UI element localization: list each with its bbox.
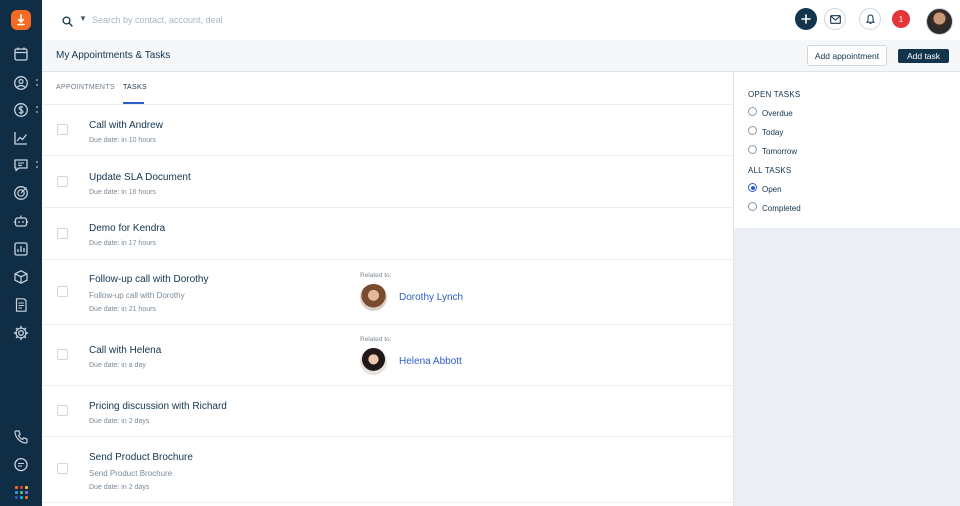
contact-avatar[interactable] xyxy=(360,348,387,375)
settings-gear-icon[interactable] xyxy=(13,325,29,341)
chat-more-icon[interactable] xyxy=(36,161,38,169)
task-title[interactable]: Call with Helena xyxy=(89,345,161,356)
phone-icon[interactable] xyxy=(13,429,29,445)
add-task-button[interactable]: Add task xyxy=(898,49,949,63)
calendar-icon[interactable] xyxy=(13,46,29,62)
task-filter-panel: OPEN TASKS Overdue Today Tomorrow ALL TA… xyxy=(733,72,960,506)
tab-tasks[interactable]: TASKS xyxy=(123,84,147,91)
dollar-icon[interactable] xyxy=(13,102,29,118)
task-checkbox[interactable] xyxy=(57,405,68,416)
task-row[interactable]: Call with Andrew Due date: in 10 hours xyxy=(42,105,732,156)
task-checkbox[interactable] xyxy=(57,286,68,297)
task-checkbox[interactable] xyxy=(57,228,68,239)
analytics-icon[interactable] xyxy=(13,241,29,257)
bell-button[interactable] xyxy=(859,8,881,30)
filter-overdue-label[interactable]: Overdue xyxy=(762,109,793,118)
page-title: My Appointments & Tasks xyxy=(56,50,171,61)
task-row[interactable]: Pricing discussion with Richard Due date… xyxy=(42,386,732,437)
task-row[interactable]: Send Product Brochure Send Product Broch… xyxy=(42,437,732,503)
filter-completed-radio[interactable] xyxy=(748,202,757,211)
task-due-date: Due date: in 17 hours xyxy=(89,240,156,247)
sidebar xyxy=(0,0,42,506)
filter-today-label[interactable]: Today xyxy=(762,128,783,137)
documents-icon[interactable] xyxy=(13,297,29,313)
filter-options: OPEN TASKS Overdue Today Tomorrow ALL TA… xyxy=(734,72,960,228)
contacts-more-icon[interactable] xyxy=(36,79,38,87)
app-logo[interactable] xyxy=(11,10,31,30)
task-due-date: Due date: in 2 days xyxy=(89,484,150,491)
filter-open-label[interactable]: Open xyxy=(762,185,782,194)
task-due-date: Due date: in 16 hours xyxy=(89,189,156,196)
related-to-label: Related to: xyxy=(360,336,392,343)
task-checkbox[interactable] xyxy=(57,463,68,474)
target-icon[interactable] xyxy=(13,185,29,201)
contact-avatar[interactable] xyxy=(360,284,387,311)
related-contact-link[interactable]: Dorothy Lynch xyxy=(399,292,463,303)
tab-appointments[interactable]: APPOINTMENTS xyxy=(56,84,115,91)
task-row[interactable]: Call with Helena Due date: in a day Rela… xyxy=(42,325,732,386)
search-icon[interactable] xyxy=(62,14,73,32)
related-contact-link[interactable]: Helena Abbott xyxy=(399,356,462,367)
related-to-label: Related to: xyxy=(360,272,392,279)
contacts-icon[interactable] xyxy=(13,75,29,91)
task-checkbox[interactable] xyxy=(57,349,68,360)
all-tasks-heading: ALL TASKS xyxy=(748,166,792,175)
open-tasks-heading: OPEN TASKS xyxy=(748,90,801,99)
notification-badge[interactable]: 1 xyxy=(892,10,910,28)
email-button[interactable] xyxy=(824,8,846,30)
task-due-date: Due date: in a day xyxy=(89,362,146,369)
task-row[interactable]: Follow-up call with Dorothy Follow-up ca… xyxy=(42,260,732,325)
task-title[interactable]: Update SLA Document xyxy=(89,172,191,183)
task-checkbox[interactable] xyxy=(57,124,68,135)
task-title[interactable]: Pricing discussion with Richard xyxy=(89,401,227,412)
chat-icon[interactable] xyxy=(13,157,29,173)
task-row[interactable]: Update SLA Document Due date: in 16 hour… xyxy=(42,156,732,208)
task-title[interactable]: Call with Andrew xyxy=(89,120,163,131)
quick-add-button[interactable] xyxy=(795,8,817,30)
deals-more-icon[interactable] xyxy=(36,106,38,114)
messages-icon[interactable] xyxy=(13,457,29,473)
task-title[interactable]: Follow-up call with Dorothy xyxy=(89,274,209,285)
filter-tomorrow-label[interactable]: Tomorrow xyxy=(762,147,797,156)
search-input[interactable] xyxy=(92,10,392,30)
task-due-date: Due date: in 10 hours xyxy=(89,137,156,144)
task-due-date: Due date: in 2 days xyxy=(89,418,150,425)
filter-completed-label[interactable]: Completed xyxy=(762,204,801,213)
task-title[interactable]: Demo for Kendra xyxy=(89,223,165,234)
bot-icon[interactable] xyxy=(13,213,29,229)
filter-open-radio[interactable] xyxy=(748,183,757,192)
search-scope-dropdown-icon[interactable]: ▼ xyxy=(79,14,87,23)
task-title[interactable]: Send Product Brochure xyxy=(89,452,193,463)
task-description: Follow-up call with Dorothy xyxy=(89,291,185,300)
add-appointment-button[interactable]: Add appointment xyxy=(807,45,887,66)
filter-tomorrow-radio[interactable] xyxy=(748,145,757,154)
reports-chart-icon[interactable] xyxy=(13,130,29,146)
active-tab-indicator xyxy=(123,102,144,104)
products-box-icon[interactable] xyxy=(13,269,29,285)
page-header: My Appointments & Tasks Add appointment … xyxy=(42,40,960,72)
filter-today-radio[interactable] xyxy=(748,126,757,135)
task-due-date: Due date: in 21 hours xyxy=(89,306,156,313)
task-row[interactable]: Demo for Kendra Due date: in 17 hours xyxy=(42,208,732,260)
user-avatar[interactable] xyxy=(926,8,953,35)
apps-grid-icon[interactable] xyxy=(15,486,28,499)
tab-bar: APPOINTMENTS TASKS xyxy=(42,72,732,105)
filter-overdue-radio[interactable] xyxy=(748,107,757,116)
top-bar: ▼ 1 xyxy=(42,0,960,40)
task-description: Send Product Brochure xyxy=(89,469,173,478)
task-checkbox[interactable] xyxy=(57,176,68,187)
